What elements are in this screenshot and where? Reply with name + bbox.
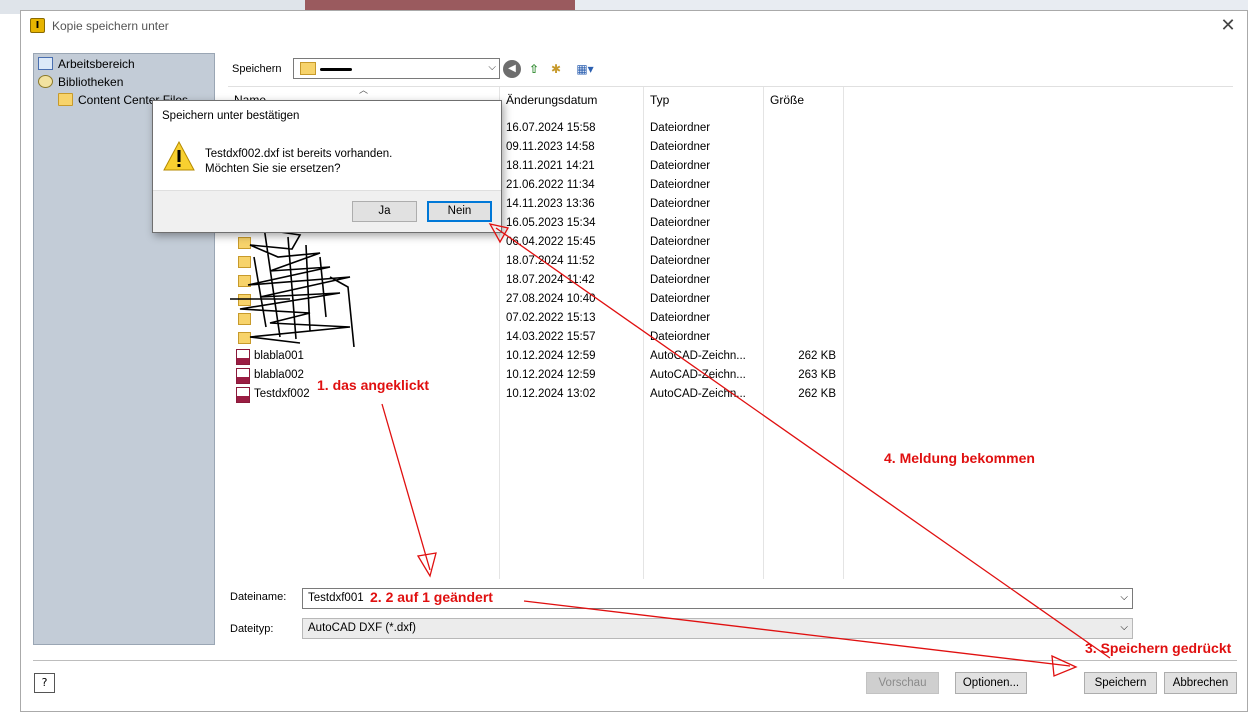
row-date: 16.05.2023 15:34 — [506, 217, 596, 229]
annotation-step-1: 1. das angeklickt — [317, 377, 430, 393]
row-type: Dateiordner — [650, 179, 711, 191]
filename-label: Dateiname: — [230, 591, 287, 603]
libraries-icon — [38, 75, 53, 88]
inventor-app-icon: I — [30, 18, 45, 33]
row-date: 14.03.2022 15:57 — [506, 331, 596, 343]
options-button[interactable]: Optionen... — [955, 672, 1027, 694]
row-date: 16.07.2024 15:58 — [506, 122, 596, 134]
row-date: 14.11.2023 13:36 — [506, 198, 595, 210]
title-bar: I Kopie speichern unter ✕ — [21, 11, 1247, 41]
row-type: Dateiordner — [650, 198, 711, 210]
row-type: AutoCAD-Zeichn... — [650, 350, 746, 362]
annotation-step-2: 2. 2 auf 1 geändert — [370, 589, 493, 605]
warning-icon — [163, 141, 195, 171]
row-type: Dateiordner — [650, 312, 711, 324]
table-row[interactable]: blabla001 10.12.2024 12:59 AutoCAD-Zeichn.… — [228, 348, 848, 367]
row-name: blabla001 — [254, 350, 304, 362]
save-button[interactable]: Speichern — [1084, 672, 1157, 694]
close-icon[interactable]: ✕ — [1217, 15, 1239, 37]
annotation-step-4: 4. Meldung bekommen — [884, 450, 1035, 466]
row-date: 07.02.2022 15:13 — [506, 312, 596, 324]
row-date: 18.11.2021 14:21 — [506, 160, 595, 172]
filetype-value: AutoCAD DXF (*.dxf) — [308, 622, 416, 634]
row-type: Dateiordner — [650, 122, 711, 134]
filename-value: Testdxf001 — [308, 592, 364, 604]
row-name: Testdxf002 — [254, 388, 310, 400]
row-date: 09.11.2023 14:58 — [506, 141, 595, 153]
row-type: Dateiordner — [650, 293, 711, 305]
no-button[interactable]: Nein — [427, 201, 492, 222]
filetype-select[interactable]: AutoCAD DXF (*.dxf) ⌵ — [302, 618, 1133, 639]
place-label: Bibliotheken — [58, 75, 124, 89]
dialog-title: Kopie speichern unter — [52, 19, 169, 33]
redacted-folder-name — [320, 68, 352, 71]
help-button[interactable]: ? — [34, 673, 55, 693]
chevron-down-icon: ⌵ — [488, 62, 496, 73]
confirm-message-line1: Testdxf002.dxf ist bereits vorhanden. — [205, 148, 393, 160]
sort-ascending-icon: ︿ — [359, 86, 369, 96]
cancel-button[interactable]: Abbrechen — [1164, 672, 1237, 694]
row-type: Dateiordner — [650, 160, 711, 172]
yes-button[interactable]: Ja — [352, 201, 417, 222]
place-libraries[interactable]: Bibliotheken — [38, 73, 123, 91]
back-icon[interactable]: ◀ — [503, 60, 521, 78]
row-size: 263 KB — [798, 369, 836, 381]
redaction-scribble — [230, 227, 355, 347]
confirm-overwrite-dialog: Speichern unter bestätigen Testdxf002.dx… — [152, 100, 502, 233]
row-date: 18.07.2024 11:42 — [506, 274, 595, 286]
row-date: 18.07.2024 11:52 — [506, 255, 595, 267]
row-name: blabla002 — [254, 369, 304, 381]
dxf-file-icon — [236, 387, 250, 403]
preview-button[interactable]: Vorschau — [866, 672, 939, 694]
row-date: 21.06.2022 11:34 — [506, 179, 595, 191]
up-folder-icon[interactable]: ⇧ — [525, 60, 543, 78]
row-size: 262 KB — [798, 388, 836, 400]
filetype-label: Dateityp: — [230, 623, 274, 635]
row-date: 27.08.2024 10:40 — [506, 293, 596, 305]
save-in-dropdown[interactable]: ⌵ — [293, 58, 500, 79]
confirm-message-line2: Möchten Sie sie ersetzen? — [205, 163, 341, 175]
row-type: Dateiordner — [650, 331, 711, 343]
chevron-down-icon[interactable]: ⌵ — [1120, 592, 1128, 603]
column-header-type[interactable]: Typ — [650, 91, 669, 109]
row-type: Dateiordner — [650, 236, 711, 248]
row-date: 06.04.2022 15:45 — [506, 236, 596, 248]
folder-icon — [58, 93, 73, 106]
confirm-footer: Ja Nein — [153, 190, 501, 232]
row-type: Dateiordner — [650, 217, 711, 229]
row-type: AutoCAD-Zeichn... — [650, 388, 746, 400]
workspace-icon — [38, 57, 53, 70]
row-type: Dateiordner — [650, 255, 711, 267]
row-type: AutoCAD-Zeichn... — [650, 369, 746, 381]
row-type: Dateiordner — [650, 141, 711, 153]
row-date: 10.12.2024 12:59 — [506, 369, 596, 381]
confirm-title: Speichern unter bestätigen — [162, 110, 300, 122]
row-date: 10.12.2024 13:02 — [506, 388, 596, 400]
row-size: 262 KB — [798, 350, 836, 362]
column-header-size[interactable]: Größe — [770, 91, 804, 109]
new-folder-icon[interactable]: ✱ — [547, 60, 565, 78]
dxf-file-icon — [236, 368, 250, 384]
place-workspace[interactable]: Arbeitsbereich — [38, 55, 135, 73]
row-type: Dateiordner — [650, 274, 711, 286]
annotation-step-3: 3. Speichern gedrückt — [1085, 640, 1232, 656]
row-date: 10.12.2024 12:59 — [506, 350, 596, 362]
column-header-date[interactable]: Änderungsdatum — [506, 91, 597, 109]
folder-icon — [300, 62, 316, 75]
save-in-label: Speichern — [232, 63, 282, 75]
chevron-down-icon: ⌵ — [1120, 622, 1128, 633]
dxf-file-icon — [236, 349, 250, 365]
place-label: Arbeitsbereich — [58, 57, 135, 71]
view-menu-icon[interactable]: ▦▾ — [572, 60, 598, 78]
footer-divider — [33, 660, 1237, 661]
